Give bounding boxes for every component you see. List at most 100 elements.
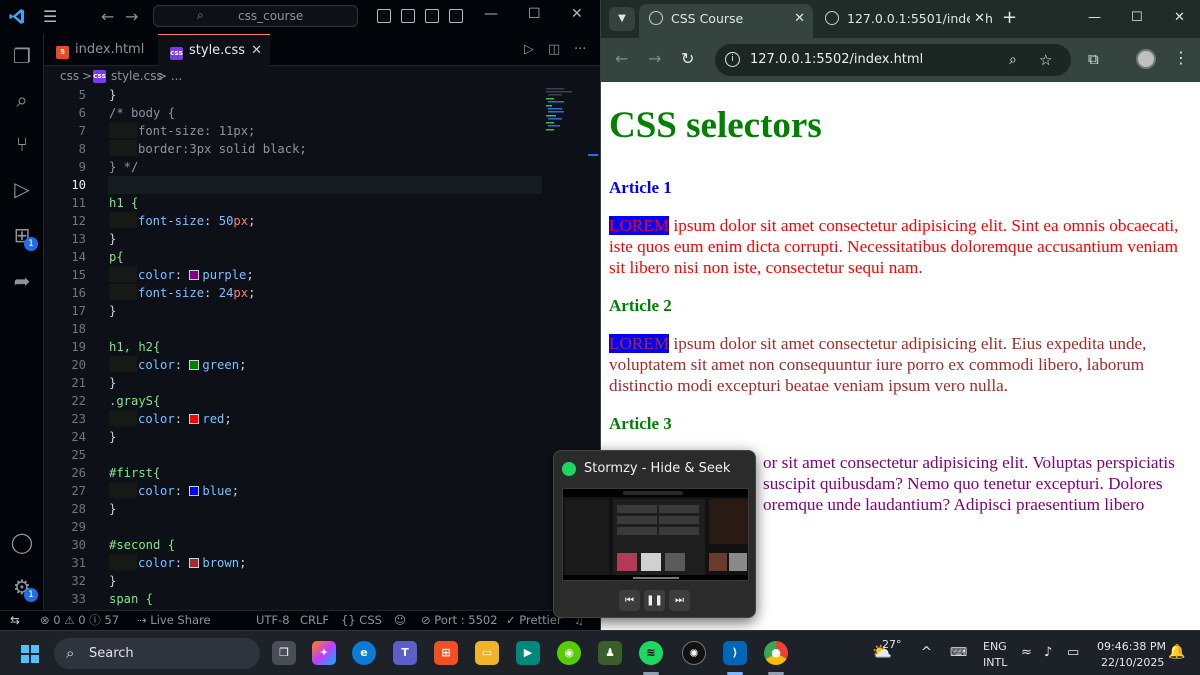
language-mode-status[interactable]: {} CSS — [341, 611, 382, 630]
eol-status[interactable]: CRLF — [300, 611, 329, 630]
taskbar-search[interactable]: ⌕ Search — [54, 638, 260, 669]
more-actions-icon[interactable]: ··· — [574, 42, 586, 57]
spotify-icon[interactable]: ≋ — [639, 641, 663, 665]
line-number: 9 — [78, 160, 86, 174]
spotify-icon — [562, 462, 576, 476]
browser-toolbar: ← → ↻ i 127.0.0.1:5502/index.html ⌕ ☆ ⧉ … — [601, 38, 1200, 82]
browser-tab-localhost[interactable]: 127.0.0.1:5501/index.h ✕ — [815, 4, 993, 38]
tab-style-css[interactable]: css style.css ✕ — [158, 34, 270, 66]
new-tab-plus-icon[interactable]: + — [1002, 7, 1017, 28]
language-indicator-line1[interactable]: ENG — [983, 640, 1007, 653]
clock-date[interactable]: 22/10/2025 — [1101, 656, 1164, 669]
language-label: CSS — [359, 613, 382, 627]
close-tab-icon[interactable]: ✕ — [251, 35, 262, 67]
minimap[interactable] — [544, 86, 588, 146]
microsoft-store-icon[interactable]: ⊞ — [434, 641, 458, 665]
live-share-icon[interactable]: ➦ — [10, 269, 34, 293]
edge-browser-icon[interactable]: e — [352, 641, 376, 665]
status-bar: ⇆ ⊗ 0 ⚠ 0 ⓘ 57 ⇢ Live Share UTF-8 CRLF {… — [0, 610, 600, 630]
next-icon[interactable]: ⏭ — [669, 590, 690, 611]
run-debug-icon[interactable]: ▷ — [10, 177, 34, 201]
forward-arrow-icon[interactable]: → — [648, 49, 661, 68]
notification-bell-icon[interactable]: 🔔 — [1168, 644, 1185, 660]
account-icon[interactable]: ◯ — [10, 530, 34, 554]
show-hidden-icons-chevron-icon[interactable]: ^ — [921, 645, 932, 660]
back-arrow-icon[interactable]: ← — [101, 7, 114, 26]
clock-time[interactable]: 09:46:38 PM — [1097, 640, 1166, 653]
chrome-icon[interactable]: ● — [764, 641, 788, 665]
chess-icon[interactable]: ♟ — [598, 641, 622, 665]
live-share-status[interactable]: ⇢ Live Share — [137, 611, 211, 630]
battery-icon[interactable]: ▭ — [1067, 645, 1079, 660]
task-view-icon[interactable]: ❐ — [272, 641, 296, 665]
site-info-icon[interactable]: i — [725, 52, 740, 67]
start-windows-icon[interactable] — [21, 645, 39, 663]
live-server-status[interactable]: ⊘ Port : 5502 — [421, 611, 498, 630]
spotify-thumbnail-preview[interactable]: Stormzy - Hide & Seek ⏮ ❚❚ ⏭ — [553, 450, 756, 618]
spotify-window-thumbnail[interactable] — [562, 488, 749, 581]
more-menu-icon[interactable]: ⋮ — [1173, 48, 1189, 67]
maximize-icon[interactable]: ☐ — [1131, 10, 1143, 25]
command-center-search[interactable]: ⌕ css_course — [153, 5, 358, 27]
tab-search-chevron-icon[interactable]: ▼ — [609, 7, 635, 31]
breadcrumb-more[interactable]: > ... — [157, 66, 182, 86]
toggle-secondary-sidebar-icon[interactable] — [449, 9, 463, 23]
maximize-icon[interactable]: ☐ — [528, 6, 541, 22]
vscode-icon[interactable]: ⟩ — [723, 641, 747, 665]
wifi-icon[interactable]: ≈ — [1021, 645, 1032, 660]
code-line-19: h1, h2{ — [109, 340, 161, 354]
minimize-icon[interactable]: — — [484, 6, 498, 22]
profile-avatar[interactable] — [1136, 49, 1156, 69]
bookmark-star-icon[interactable]: ☆ — [1039, 44, 1052, 76]
back-arrow-icon[interactable]: ← — [615, 49, 628, 68]
toggle-primary-sidebar-icon[interactable] — [401, 9, 415, 23]
browser-tab-css-course[interactable]: CSS Course ✕ — [639, 4, 813, 38]
language-indicator-line2[interactable]: INTL — [983, 656, 1007, 669]
copilot-icon[interactable]: ✦ — [312, 641, 336, 665]
color-swatch-brown[interactable] — [189, 558, 200, 568]
line-number: 10 — [71, 178, 86, 192]
extensions-puzzle-icon[interactable]: ⧉ — [1088, 50, 1099, 68]
duolingo-icon[interactable]: ◉ — [557, 641, 581, 665]
volume-icon[interactable]: ♪ — [1044, 645, 1052, 660]
file-explorer-icon[interactable]: ▭ — [475, 641, 499, 665]
remote-indicator-icon[interactable]: ⇆ — [0, 611, 30, 630]
reload-icon[interactable]: ↻ — [681, 49, 694, 68]
split-editor-icon[interactable]: ◫ — [548, 42, 560, 57]
teams-icon[interactable]: T — [393, 641, 417, 665]
windows-taskbar: ⌕ Search ❐ ✦ e T ⊞ ▭ ▶ ◉ ♟ ≋ ✺ ⟩ ● ⛅ 27°… — [0, 630, 1200, 675]
color-swatch-blue[interactable] — [189, 486, 200, 496]
run-icon[interactable]: ▷ — [524, 42, 534, 57]
pause-icon[interactable]: ❚❚ — [644, 590, 665, 611]
code-line-12: font-size: 50px; — [109, 212, 255, 230]
meet-icon[interactable]: ▶ — [516, 641, 540, 665]
scrollbar-marker[interactable] — [588, 154, 598, 156]
search-icon[interactable]: ⌕ — [10, 88, 34, 112]
explorer-icon[interactable]: ❐ — [10, 44, 34, 68]
color-swatch-purple[interactable] — [189, 270, 200, 280]
close-tab-icon[interactable]: ✕ — [970, 4, 985, 34]
customize-layout-icon[interactable] — [377, 9, 391, 23]
encoding-status[interactable]: UTF-8 — [256, 611, 290, 630]
keyboard-icon[interactable]: ⌨ — [950, 645, 967, 659]
close-icon[interactable]: ✕ — [571, 6, 583, 22]
menu-icon[interactable]: ☰ — [43, 9, 57, 25]
address-bar[interactable]: i 127.0.0.1:5502/index.html ⌕ ☆ — [715, 44, 1071, 76]
color-swatch-green[interactable] — [189, 360, 200, 370]
minimize-icon[interactable]: — — [1088, 10, 1101, 25]
previous-icon[interactable]: ⏮ — [619, 590, 640, 611]
code-editor[interactable]: 5 6 7 8 9 10 11 12 13 14 15 16 17 18 19 20 21 22 23 24 25 26 2… — [44, 86, 600, 610]
tab-index-html[interactable]: 5 index.html — [44, 34, 158, 66]
close-icon[interactable]: ✕ — [1174, 10, 1185, 25]
copilot-icon[interactable]: ☺ — [394, 611, 406, 630]
breadcrumb-file[interactable]: style.css — [111, 66, 163, 86]
close-tab-icon[interactable]: ✕ — [794, 4, 805, 34]
problems-indicator[interactable]: ⊗ 0 ⚠ 0 ⓘ 57 — [40, 611, 119, 630]
zoom-icon[interactable]: ⌕ — [1009, 44, 1017, 76]
toggle-panel-icon[interactable] — [425, 9, 439, 23]
source-control-icon[interactable]: ⑂ — [10, 132, 34, 156]
forward-arrow-icon[interactable]: → — [125, 7, 138, 26]
color-swatch-red[interactable] — [189, 414, 200, 424]
chatgpt-icon[interactable]: ✺ — [682, 641, 706, 665]
breadcrumb-folder[interactable]: css — [60, 66, 79, 86]
